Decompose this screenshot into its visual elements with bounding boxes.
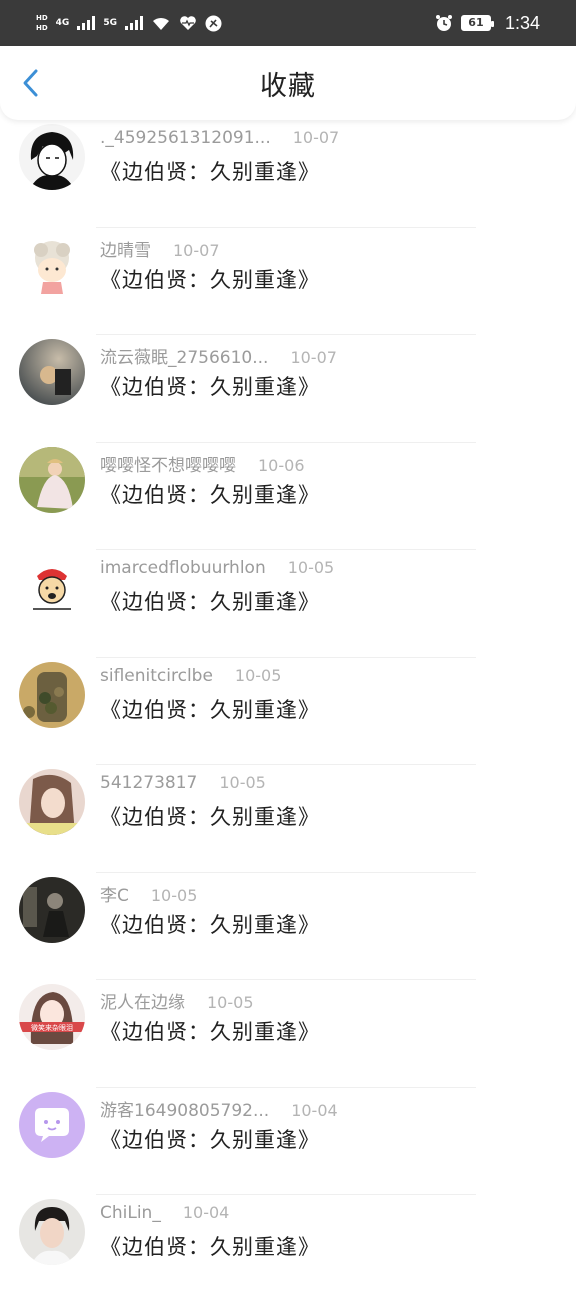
date: 10-07: [173, 240, 220, 260]
list-item[interactable]: 微笑来杂眼泪 泥人在边缘 10-05 《边伯贤：久别重逢》: [0, 980, 576, 1088]
avatar[interactable]: [19, 661, 85, 728]
book-title: 《边伯贤：久别重逢》: [100, 1235, 320, 1259]
list-item[interactable]: 游客16490805792... 10-04 《边伯贤：久别重逢》: [0, 1088, 576, 1195]
hd-label-1: HD: [36, 14, 48, 22]
status-right: 61 1:34: [435, 13, 540, 34]
signal-icon: [77, 16, 96, 30]
date: 10-07: [290, 348, 337, 367]
date: 10-04: [182, 1203, 230, 1222]
header: 收藏: [0, 46, 576, 120]
avatar[interactable]: 微笑来杂眼泪: [19, 984, 85, 1050]
chevron-left-icon: [23, 69, 38, 97]
avatar[interactable]: [19, 124, 85, 190]
book-title: 《边伯贤：久别重逢》: [100, 482, 320, 507]
username: ._4592561312091...: [100, 128, 271, 148]
list-item[interactable]: 流云薇眠_2756610... 10-07 《边伯贤：久别重逢》: [0, 335, 576, 443]
book-title: 《边伯贤：久别重逢》: [100, 160, 320, 184]
username: 541273817: [100, 773, 198, 793]
username: 游客16490805792...: [100, 1100, 270, 1121]
page-title: 收藏: [260, 70, 316, 102]
avatar[interactable]: [19, 769, 85, 835]
app-icon: [205, 15, 222, 31]
list-item[interactable]: 嘤嘤怪不想嘤嘤嘤 10-06 《边伯贤：久别重逢》: [0, 443, 576, 550]
status-left: HD HD 4G 5G: [36, 14, 222, 32]
username: 嘤嘤怪不想嘤嘤嘤: [100, 455, 236, 476]
alarm-icon: [435, 15, 452, 31]
network-4g-label: 4G: [55, 17, 70, 28]
wifi-icon: [152, 17, 169, 30]
date: 10-05: [219, 773, 266, 792]
avatar[interactable]: [19, 554, 85, 620]
date: 10-05: [150, 885, 198, 905]
date: 10-05: [207, 993, 254, 1012]
status-time: 1:34: [504, 12, 540, 33]
book-title: 《边伯贤：久别重逢》: [100, 590, 320, 614]
network-5g-label: 5G: [103, 17, 117, 28]
date: 10-05: [287, 558, 335, 577]
username: imarcedflobuurhlon: [100, 558, 266, 578]
book-title: 《边伯贤：久别重逢》: [100, 1020, 320, 1044]
signal-icon-2: [124, 16, 143, 30]
list-item[interactable]: ChiLin_ 10-04 《边伯贤：久别重逢》: [0, 1195, 576, 1303]
username: 流云薇眠_2756610...: [100, 348, 269, 368]
avatar[interactable]: [19, 446, 85, 513]
username: 李C: [100, 885, 129, 906]
book-title: 《边伯贤：久别重逢》: [100, 805, 320, 829]
username: 边晴雪: [100, 240, 151, 261]
list-item[interactable]: 边晴雪 10-07 《边伯贤：久别重逢》: [0, 228, 576, 335]
list-item[interactable]: 541273817 10-05 《边伯贤：久别重逢》: [0, 765, 576, 873]
username: 泥人在边缘: [100, 993, 185, 1013]
username: ChiLin_: [100, 1203, 161, 1223]
list-item[interactable]: siflenitcirclbe 10-05 《边伯贤：久别重逢》: [0, 658, 576, 765]
list-item[interactable]: 李C 10-05 《边伯贤：久别重逢》: [0, 873, 576, 980]
heart-pulse-icon: [180, 16, 196, 30]
svg-text:微笑来杂眼泪: 微笑来杂眼泪: [31, 1023, 73, 1032]
avatar[interactable]: [19, 339, 85, 405]
book-title: 《边伯贤：久别重逢》: [100, 375, 320, 399]
avatar[interactable]: [19, 231, 85, 298]
date: 10-04: [291, 1100, 338, 1120]
date: 10-05: [234, 665, 282, 685]
book-title: 《边伯贤：久别重逢》: [100, 1127, 320, 1152]
hd-label-2: HD: [36, 24, 48, 32]
back-button[interactable]: [16, 68, 46, 98]
book-title: 《边伯贤：久别重逢》: [100, 912, 320, 937]
status-bar: HD HD 4G 5G 61 1:34: [0, 0, 576, 46]
list-item[interactable]: ._4592561312091... 10-07 《边伯贤：久别重逢》: [0, 120, 576, 228]
avatar[interactable]: [19, 1199, 85, 1265]
book-title: 《边伯贤：久别重逢》: [100, 267, 320, 292]
battery-icon: 61: [460, 15, 494, 31]
avatar[interactable]: [19, 1091, 85, 1158]
username: siflenitcirclbe: [100, 665, 213, 686]
date: 10-06: [258, 455, 305, 475]
date: 10-07: [292, 128, 340, 147]
hd-indicator: HD HD: [36, 14, 48, 32]
book-title: 《边伯贤：久别重逢》: [100, 697, 320, 722]
list-item[interactable]: imarcedflobuurhlon 10-05 《边伯贤：久别重逢》: [0, 550, 576, 658]
avatar[interactable]: [19, 876, 85, 943]
